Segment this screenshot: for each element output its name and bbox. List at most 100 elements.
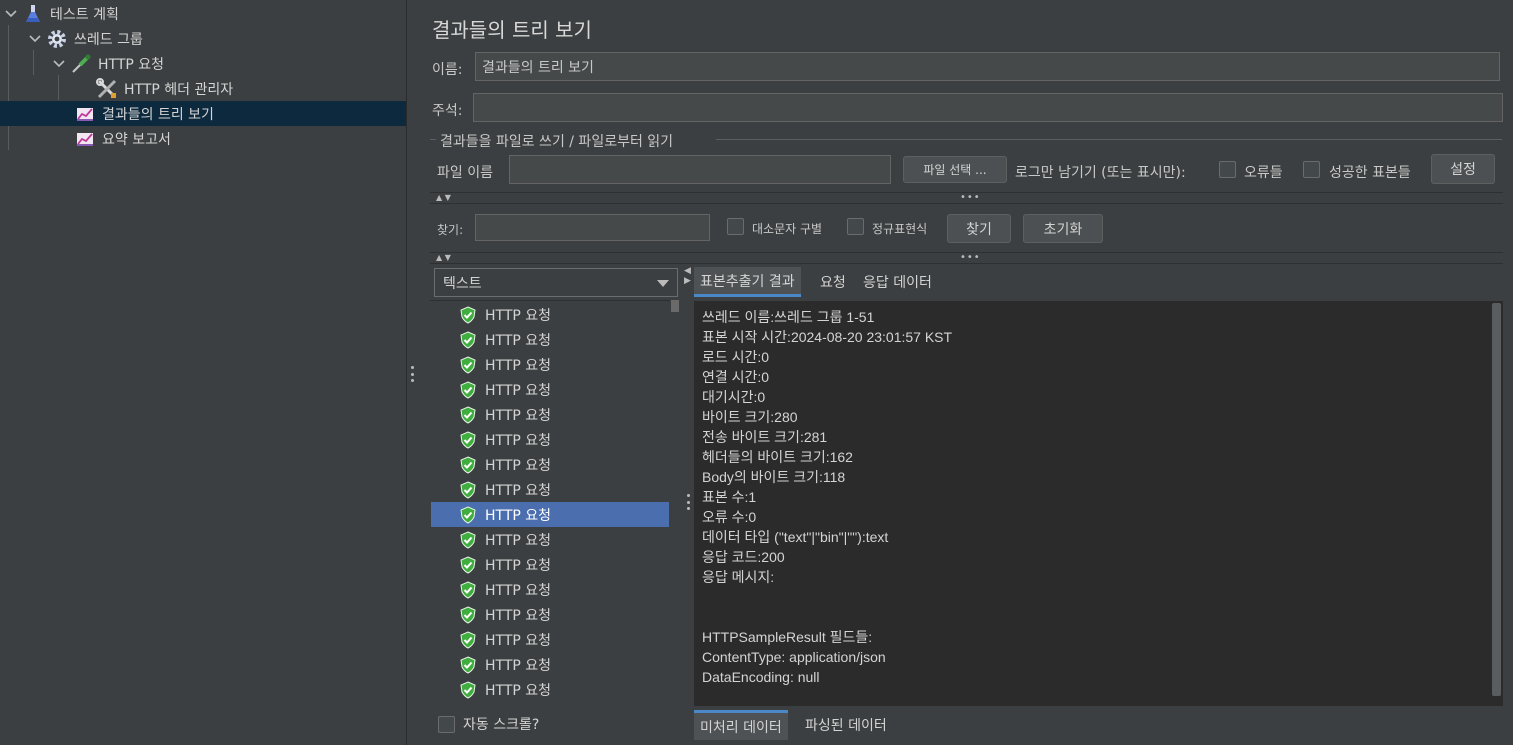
list-item[interactable]: HTTP 요청	[431, 402, 669, 427]
search-label: 찾기:	[437, 223, 464, 237]
regex-checkbox[interactable]	[847, 218, 864, 235]
result-line	[702, 587, 1483, 607]
result-line: DataEncoding: null	[702, 669, 820, 685]
results-splitter[interactable]: ◀ ▶	[682, 264, 694, 745]
tab-request[interactable]: 요청	[814, 267, 852, 297]
view-results-tree-panel: 결과들의 트리 보기 이름: 결과들의 트리 보기 주석: 결과들을 파일로 쓰…	[420, 0, 1513, 745]
list-item-label: HTTP 요청	[485, 532, 552, 549]
configure-button[interactable]: 설정	[1431, 154, 1495, 184]
result-line: 쓰레드 이름:쓰레드 그룹 1-51	[702, 309, 875, 325]
tree-item-label: 쓰레드 그룹	[74, 31, 143, 48]
tree-item-view-results-tree[interactable]: 결과들의 트리 보기	[0, 101, 406, 126]
tab-parsed-data[interactable]: 파싱된 데이터	[799, 710, 893, 740]
list-item[interactable]: HTTP 요청	[431, 652, 669, 677]
chevron-down-icon[interactable]	[28, 32, 42, 46]
log-only-label: 로그만 남기기 (또는 표시만):	[1015, 165, 1186, 181]
collapse-arrows-icon[interactable]: ◀ ▶	[684, 266, 691, 286]
list-item-label: HTTP 요청	[485, 307, 552, 324]
tree-item-test-plan[interactable]: 테스트 계획	[0, 1, 406, 26]
success-shield-icon	[467, 705, 469, 706]
success-shield-icon	[460, 605, 476, 624]
list-item[interactable]: HTTP 요청	[431, 377, 669, 402]
errors-label: 오류들	[1244, 165, 1283, 181]
list-item-label: HTTP 요청	[485, 705, 551, 707]
list-item[interactable]: HTTP 요청	[431, 527, 669, 552]
browse-button[interactable]: 파일 선택 ...	[903, 156, 1007, 183]
case-sensitive-label: 대소문자 구별	[752, 222, 823, 236]
file-name-label: 파일 이름	[437, 165, 493, 181]
tree-item-header-manager[interactable]: HTTP 헤더 관리자	[0, 76, 406, 101]
list-item-label: HTTP 요청	[485, 682, 552, 699]
search-input[interactable]	[475, 214, 710, 241]
comment-field[interactable]	[473, 93, 1503, 122]
result-line: 로드 시간:0	[702, 349, 770, 365]
auto-scroll-label: 자동 스크롤?	[463, 717, 540, 733]
list-item[interactable]: HTTP 요청	[431, 302, 669, 327]
tree-item-thread-group[interactable]: 쓰레드 그룹	[0, 26, 406, 51]
list-item[interactable]: HTTP 요청	[431, 327, 669, 352]
list-item[interactable]: HTTP 요청	[431, 552, 669, 577]
tab-sampler-result[interactable]: 표본추출기 결과	[694, 267, 801, 297]
list-item[interactable]: HTTP 요청	[431, 427, 669, 452]
file-name-field[interactable]	[509, 155, 891, 184]
chevron-down-icon[interactable]	[52, 57, 66, 71]
horizontal-splitter[interactable]: ▲ ▼ •••	[430, 192, 1503, 204]
renderer-select[interactable]: 텍스트	[434, 268, 678, 297]
list-item[interactable]: HTTP 요청	[431, 477, 669, 502]
test-plan-tree[interactable]: 테스트 계획 쓰레드 그룹 HTTP 요청 HTTP 헤더 관리자 결과들의 트…	[0, 0, 406, 745]
success-shield-icon	[460, 555, 476, 574]
tree-item-label: HTTP 헤더 관리자	[124, 81, 234, 98]
auto-scroll-checkbox[interactable]	[438, 715, 455, 733]
list-item[interactable]: HTTP 요청	[431, 502, 669, 527]
file-group-title: 결과들을 파일로 쓰기 / 파일로부터 읽기	[440, 134, 674, 150]
success-shield-icon	[460, 380, 476, 399]
success-shield-icon	[460, 355, 476, 374]
chart-icon	[74, 128, 96, 150]
errors-checkbox[interactable]	[1219, 161, 1236, 178]
name-field[interactable]: 결과들의 트리 보기	[475, 52, 1500, 81]
reset-button[interactable]: 초기화	[1023, 214, 1103, 243]
list-item[interactable]: HTTP 요청	[431, 352, 669, 377]
gear-icon	[46, 28, 68, 50]
tab-raw-data[interactable]: 미처리 데이터	[694, 710, 788, 740]
result-line: 대기시간:0	[702, 389, 766, 405]
renderer-select-value: 텍스트	[443, 275, 482, 292]
tree-item-http-request[interactable]: HTTP 요청	[0, 51, 406, 76]
list-item[interactable]: HTTP 요청	[431, 452, 669, 477]
comment-label: 주석:	[432, 103, 463, 119]
result-line: 바이트 크기:280	[702, 409, 798, 425]
list-item-label: HTTP 요청	[485, 607, 552, 624]
list-item[interactable]: HTTP 요청	[431, 602, 669, 627]
list-item-label: HTTP 요청	[485, 382, 552, 399]
collapse-arrows-icon[interactable]: ▲ ▼	[436, 253, 451, 263]
horizontal-splitter[interactable]: ▲ ▼ •••	[430, 252, 1503, 264]
regex-label: 정규표현식	[872, 222, 928, 236]
sampler-result-text[interactable]: 쓰레드 이름:쓰레드 그룹 1-51 표본 시작 시간:2024-08-20 23…	[694, 301, 1491, 706]
result-line: 오류 수:0	[702, 509, 757, 525]
success-shield-icon	[460, 405, 476, 424]
successes-checkbox[interactable]	[1303, 161, 1320, 178]
chevron-down-icon[interactable]	[4, 7, 18, 21]
wrench-icon	[96, 77, 118, 100]
results-list[interactable]: HTTP 요청 HTTP 요청 HTTP 요청 HTTP 요청 HTTP 요청 HTTP …	[430, 300, 670, 706]
tree-item-summary-report[interactable]: 요약 보고서	[0, 126, 406, 151]
results-list-scrollbar[interactable]	[670, 300, 680, 706]
chevron-down-icon[interactable]	[657, 280, 669, 287]
list-item[interactable]: HTTP 요청	[431, 677, 669, 702]
list-item-label: HTTP 요청	[485, 332, 552, 349]
result-line: 데이터 타입 ("text"|"bin"|""):text	[702, 529, 889, 545]
collapse-arrows-icon[interactable]: ▲ ▼	[436, 193, 451, 203]
tab-response-data[interactable]: 응답 데이터	[857, 267, 938, 297]
detail-scrollbar[interactable]	[1490, 301, 1503, 706]
list-item[interactable]: HTTP 요청	[431, 627, 669, 652]
auto-scroll-option[interactable]: 자동 스크롤?	[438, 713, 539, 735]
list-item[interactable]: HTTP 요청	[431, 577, 669, 602]
find-button[interactable]: 찾기	[947, 214, 1011, 243]
success-shield-icon	[460, 305, 476, 324]
page-title: 결과들의 트리 보기	[432, 18, 592, 42]
result-line: Body의 바이트 크기:118	[702, 469, 846, 485]
case-sensitive-checkbox[interactable]	[727, 218, 744, 235]
list-item[interactable]: HTTP 요청	[431, 702, 669, 706]
tree-item-label: 테스트 계획	[50, 6, 119, 23]
vertical-splitter[interactable]	[406, 0, 420, 745]
